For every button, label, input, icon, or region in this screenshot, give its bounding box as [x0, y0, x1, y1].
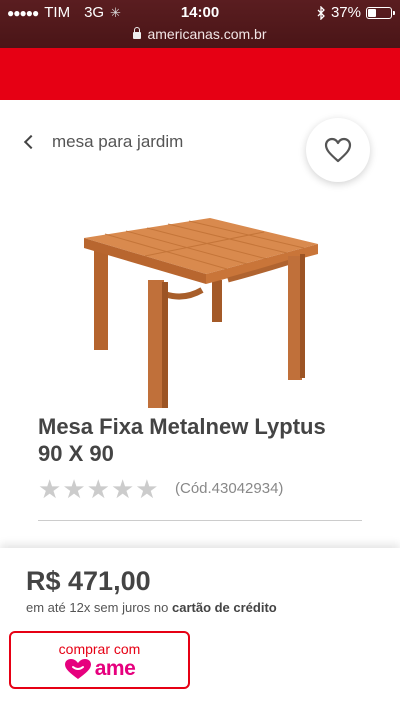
chevron-left-icon — [23, 134, 39, 150]
battery-percent: 37% — [330, 4, 361, 21]
lock-icon — [133, 27, 142, 39]
price: R$ 471,00 — [26, 566, 151, 596]
star-icon: ★ — [62, 474, 86, 504]
product-title: Mesa Fixa Metalnew Lyptus 90 X 90 — [38, 414, 326, 466]
star-icon: ★ — [86, 474, 110, 504]
bluetooth-icon — [317, 5, 325, 20]
back-link[interactable]: mesa para jardim — [23, 132, 184, 152]
status-bar: ●●●●● TIM 3G ✳ 14:00 37% americanas.com.… — [0, 0, 400, 48]
favorite-button[interactable] — [306, 118, 370, 182]
back-label: mesa para jardim — [52, 132, 184, 151]
installments-text: em até 12x sem juros no — [26, 600, 169, 615]
address-bar[interactable]: americanas.com.br — [0, 26, 400, 42]
product-code: (Cód.43042934) — [175, 480, 284, 497]
star-icon: ★ — [135, 474, 159, 504]
battery-icon — [366, 6, 395, 19]
ame-button-label: comprar com — [58, 641, 141, 657]
installments-info: em até 12x sem juros no cartão de crédit… — [26, 600, 277, 615]
url-text: americanas.com.br — [147, 26, 267, 42]
ame-logo: ame — [11, 658, 188, 680]
buy-with-ame-button[interactable]: comprar com ame — [9, 631, 190, 689]
ame-brand-label: ame — [94, 657, 136, 680]
divider — [38, 520, 362, 521]
heart-outline-icon — [324, 137, 352, 163]
star-icon: ★ — [110, 474, 135, 504]
rating-stars[interactable]: ★ ★ ★ ★ ★ — [38, 476, 159, 502]
site-header-bar — [0, 48, 400, 100]
ame-heart-icon — [64, 659, 91, 679]
star-icon: ★ — [38, 474, 62, 504]
installments-payment-method: cartão de crédito — [171, 600, 277, 615]
product-image[interactable] — [78, 210, 324, 415]
